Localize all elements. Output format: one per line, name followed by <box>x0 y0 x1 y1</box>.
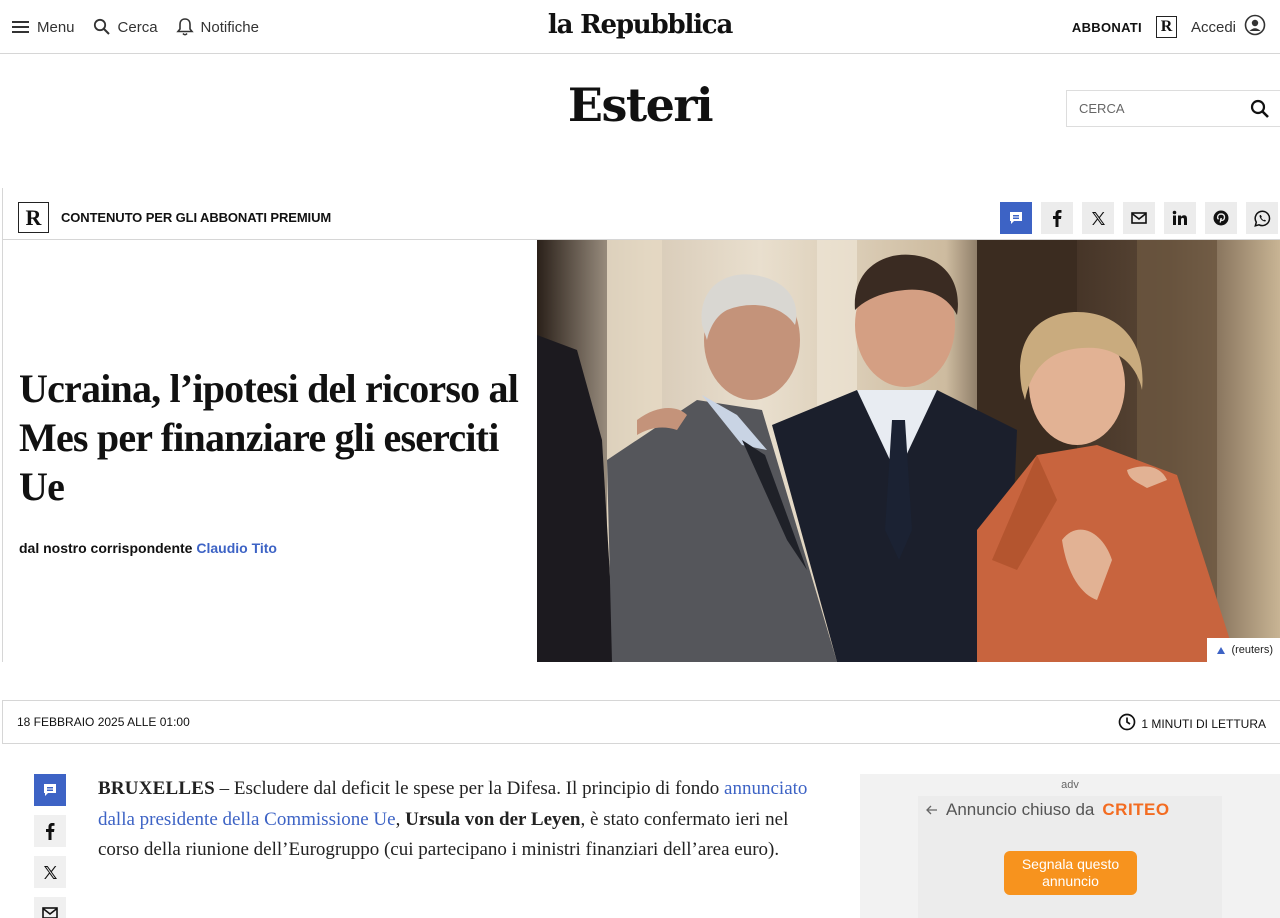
whatsapp-icon <box>1253 209 1270 227</box>
premium-label: CONTENUTO PER GLI ABBONATI PREMIUM <box>61 210 332 225</box>
author-link[interactable]: Claudio Tito <box>196 540 277 556</box>
back-arrow-icon[interactable] <box>926 800 938 820</box>
article-paragraph: BRUXELLES – Escludere dal deficit le spe… <box>98 774 828 866</box>
article-photo: (reuters) <box>537 240 1280 662</box>
comment-icon <box>1010 212 1022 224</box>
vertical-share-toolbar <box>34 774 66 918</box>
highlighted-name: Ursula von der Leyen <box>405 808 581 830</box>
facebook-icon <box>46 823 55 840</box>
ad-closed-panel: Annuncio chiuso da CRITEO Segnala questo… <box>918 796 1222 918</box>
mail-share-button-side[interactable] <box>34 897 66 918</box>
pinterest-icon <box>1213 210 1229 226</box>
linkedin-share-button[interactable] <box>1164 202 1196 234</box>
login-label: Accedi <box>1190 18 1236 36</box>
premium-r-icon: R <box>18 202 49 233</box>
comment-button-side[interactable] <box>34 774 66 806</box>
facebook-share-button[interactable] <box>1041 202 1073 234</box>
user-icon <box>1244 14 1266 40</box>
reading-time-label: 1 MINUTI DI LETTURA <box>1141 716 1266 731</box>
premium-bar: R CONTENUTO PER GLI ABBONATI PREMIUM <box>2 188 1280 240</box>
linkedin-icon <box>1172 210 1187 225</box>
x-icon <box>1091 211 1105 225</box>
ad-closed-message: Annuncio chiuso da CRITEO <box>926 800 1170 820</box>
comment-button[interactable] <box>1000 202 1032 234</box>
article-byline: dal nostro corrispondente Claudio Tito <box>19 540 277 556</box>
reading-time: 1 MINUTI DI LETTURA <box>1118 713 1266 734</box>
photo-credit[interactable]: (reuters) <box>1207 638 1280 662</box>
x-share-button[interactable] <box>1082 202 1114 234</box>
article-body: BRUXELLES – Escludere dal deficit le spe… <box>98 774 828 866</box>
mail-share-button[interactable] <box>1123 202 1155 234</box>
search-input[interactable] <box>1067 101 1237 116</box>
facebook-share-button-side[interactable] <box>34 815 66 847</box>
ad-label: adv <box>1061 779 1079 791</box>
expand-caret-icon <box>1217 646 1226 654</box>
ad-closed-text: Annuncio chiuso da <box>946 800 1095 819</box>
clock-icon <box>1118 713 1136 734</box>
paragraph-text-1: Escludere dal deficit le spese per la Di… <box>233 778 725 799</box>
topbar-right: ABBONATI R Accedi <box>1072 0 1266 54</box>
x-share-button-side[interactable] <box>34 856 66 888</box>
dateline-location: BRUXELLES <box>98 778 215 799</box>
article-hero: Ucraina, l’ipotesi del ricorso al Mes pe… <box>2 240 1280 662</box>
report-ad-button[interactable]: Segnala questo annuncio <box>1004 851 1137 895</box>
mail-icon <box>42 907 58 918</box>
x-icon <box>43 865 57 879</box>
criteo-logo: CRITEO <box>1102 800 1170 819</box>
section-search <box>1066 90 1280 127</box>
login-button[interactable]: Accedi <box>1191 14 1266 40</box>
facebook-icon <box>1053 210 1062 227</box>
pinterest-share-button[interactable] <box>1205 202 1237 234</box>
r-logo-icon[interactable]: R <box>1155 16 1177 38</box>
share-toolbar <box>1000 202 1278 234</box>
article-date: 18 febbraio 2025 alle 01:00 <box>17 715 190 729</box>
top-bar: Menu Cerca Notifiche la Repubblica ABBON… <box>0 0 1280 54</box>
photo-credit-label: (reuters) <box>1231 644 1273 656</box>
mail-icon <box>1131 212 1147 224</box>
whatsapp-share-button[interactable] <box>1246 202 1278 234</box>
byline-prefix: dal nostro corrispondente <box>19 540 193 556</box>
paragraph-comma: , <box>395 808 406 830</box>
subscribe-link[interactable]: ABBONATI <box>1072 20 1142 35</box>
dateline-dash: – <box>214 778 234 799</box>
ad-slot: adv Annuncio chiuso da CRITEO Segnala qu… <box>860 774 1280 918</box>
article-meta-bar: 18 febbraio 2025 alle 01:00 1 MINUTI DI … <box>2 700 1280 744</box>
article-headline: Ucraina, l’ipotesi del ricorso al Mes pe… <box>19 366 519 509</box>
premium-label-group: R CONTENUTO PER GLI ABBONATI PREMIUM <box>18 202 331 233</box>
comment-icon <box>44 784 56 796</box>
search-submit-icon[interactable] <box>1250 99 1270 124</box>
